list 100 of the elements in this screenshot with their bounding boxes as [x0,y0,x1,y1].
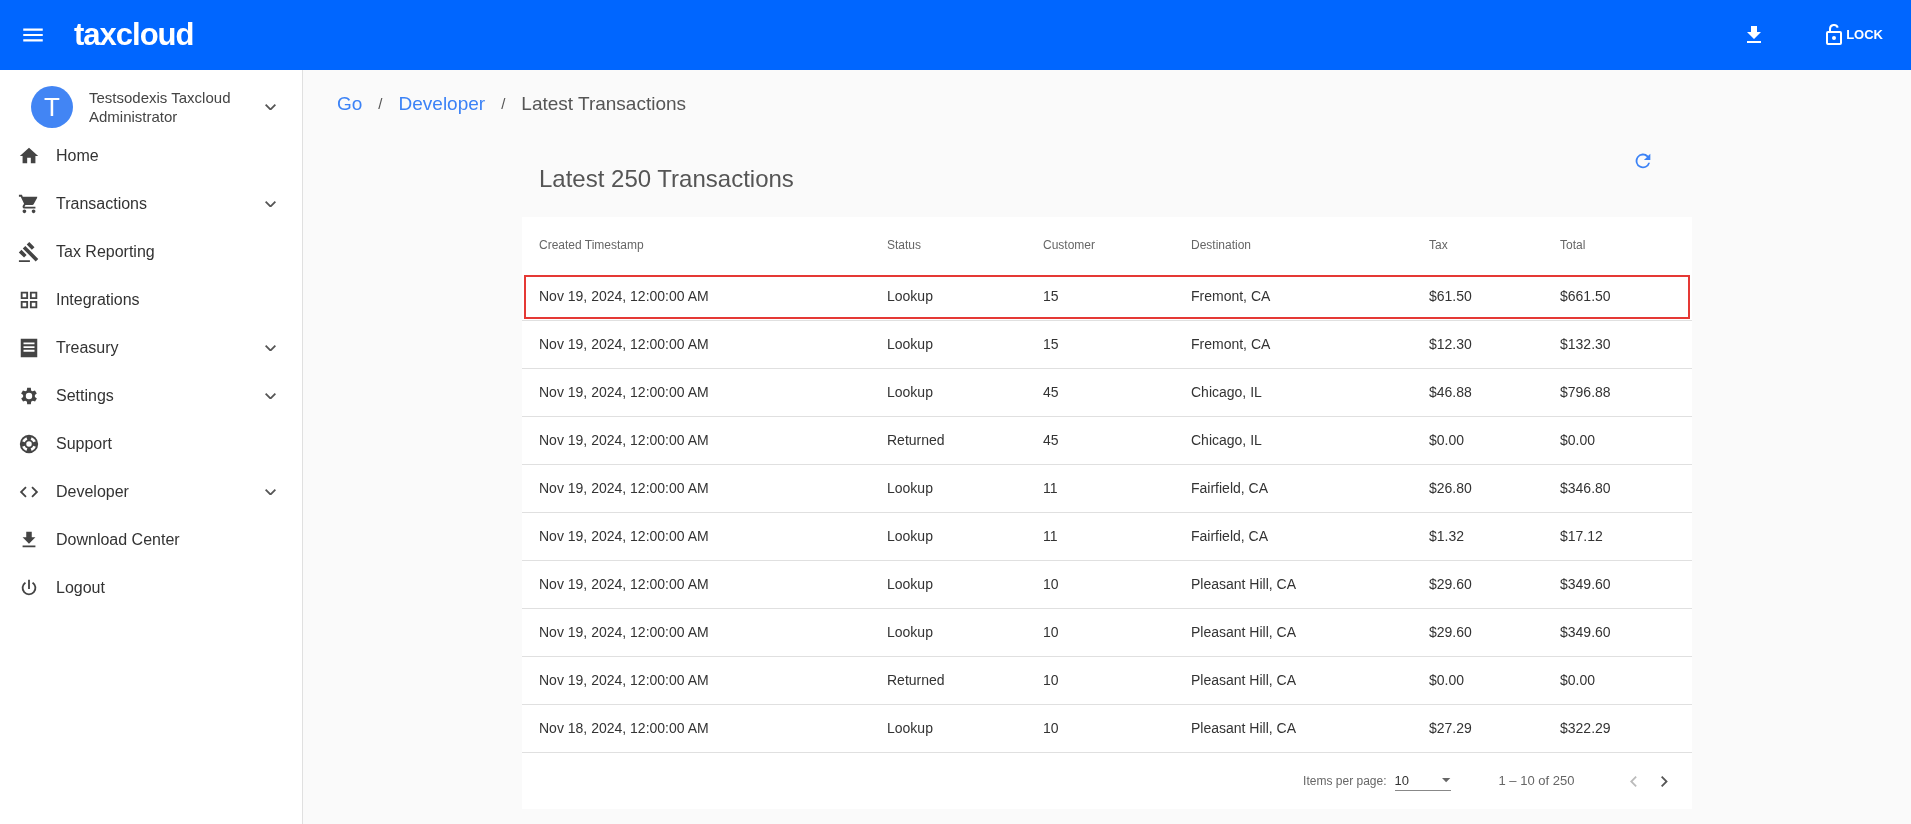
column-header: Destination [1174,216,1412,273]
breadcrumb-link[interactable]: Developer [398,90,486,119]
table-cell: 11 [1026,512,1174,561]
caret-icon [1442,778,1451,783]
table-cell: Chicago, IL [1174,368,1412,417]
sidebar-item[interactable]: Treasury [0,324,302,372]
table-cell: Pleasant Hill, CA [1174,608,1412,657]
table-cell: Lookup [870,320,1026,369]
items-per-page-label: Items per page: [1303,773,1387,790]
table-cell: Nov 18, 2024, 12:00:00 AM [522,704,870,753]
lifebuoy-icon [18,433,40,455]
table-cell: Nov 19, 2024, 12:00:00 AM [522,512,870,561]
table-cell: $349.60 [1543,608,1692,657]
table-cell: $12.30 [1412,320,1543,369]
sidebar-item[interactable]: Tax Reporting [0,228,302,276]
breadcrumb-separator: / [501,94,506,114]
sidebar-item[interactable]: Transactions [0,180,302,228]
table-cell: Returned [870,656,1026,705]
sidebar-item[interactable]: Download Center [0,516,302,564]
table-cell: $46.88 [1412,368,1543,417]
table-cell: 11 [1026,464,1174,513]
logo: taxcloud [74,15,194,54]
table-cell: $0.00 [1543,416,1692,465]
table-cell: Pleasant Hill, CA [1174,560,1412,609]
table-cell: Lookup [870,368,1026,417]
table-cell: Lookup [870,272,1026,321]
column-header: Total [1543,216,1692,273]
breadcrumb-current: Latest Transactions [521,92,687,116]
grid-icon [18,289,40,311]
table-cell: Pleasant Hill, CA [1174,656,1412,705]
table-cell: $1.32 [1412,512,1543,561]
table-cell: $661.50 [1543,272,1692,321]
table-cell: Lookup [870,512,1026,561]
table-cell: Nov 19, 2024, 12:00:00 AM [522,608,870,657]
sidebar-item[interactable]: Logout [0,564,302,612]
table-cell: Nov 19, 2024, 12:00:00 AM [522,560,870,609]
table-cell: 15 [1026,320,1174,369]
table-cell: 10 [1026,656,1174,705]
column-header: Status [870,216,1026,273]
receipt-icon [18,337,40,359]
table-cell: $0.00 [1412,656,1543,705]
table-cell: $132.30 [1543,320,1692,369]
table-cell: Nov 19, 2024, 12:00:00 AM [522,656,870,705]
cart-icon [18,193,40,215]
table-cell: Returned [870,416,1026,465]
table-cell: 45 [1026,368,1174,417]
page-range: 1 – 10 of 250 [1498,772,1575,791]
table-cell: Lookup [870,608,1026,657]
chevron-icon [265,103,276,111]
chevron-right-icon [1661,776,1668,788]
breadcrumb-separator: / [378,94,383,114]
sidebar-item[interactable]: Support [0,420,302,468]
column-header: Tax [1412,216,1543,273]
column-header: Created Timestamp [522,216,870,273]
table-cell: Lookup [870,704,1026,753]
chevron-icon [265,344,276,352]
breadcrumb-link[interactable]: Go [337,90,363,119]
lock-button[interactable]: LOCK [1818,19,1887,51]
table-cell: 45 [1026,416,1174,465]
sidebar-item[interactable]: Developer [0,468,302,516]
page-size-select[interactable]: 10 [1394,770,1451,792]
chevron-icon [265,392,276,400]
chevron-icon [265,488,276,496]
sidebar-item[interactable]: Integrations [0,276,302,324]
table-cell: Nov 19, 2024, 12:00:00 AM [522,272,870,321]
table-cell: 10 [1026,704,1174,753]
table-cell: $26.80 [1412,464,1543,513]
table-cell: Nov 19, 2024, 12:00:00 AM [522,368,870,417]
panel-title: Latest 250 Transactions [539,163,794,194]
column-header: Customer [1026,216,1174,273]
table-cell: $0.00 [1412,416,1543,465]
table-cell: $61.50 [1412,272,1543,321]
table-cell: $796.88 [1543,368,1692,417]
table-cell: Fremont, CA [1174,320,1412,369]
table-cell: $0.00 [1543,656,1692,705]
table-cell: $346.80 [1543,464,1692,513]
table-cell: Nov 19, 2024, 12:00:00 AM [522,416,870,465]
gavel-icon [18,241,40,263]
table-cell: $29.60 [1412,560,1543,609]
table-cell: $27.29 [1412,704,1543,753]
table-cell: Lookup [870,464,1026,513]
table-cell: $29.60 [1412,608,1543,657]
table-cell: Lookup [870,560,1026,609]
user-menu-toggle[interactable] [265,103,276,111]
table-cell: Fairfield, CA [1174,512,1412,561]
table-cell: $17.12 [1543,512,1692,561]
avatar: T [31,86,73,128]
table-cell: 10 [1026,560,1174,609]
settings-icon [18,385,40,407]
chevron-left-icon [1630,776,1638,788]
chevron-icon [265,200,276,208]
table-cell: Nov 19, 2024, 12:00:00 AM [522,320,870,369]
user-name: Testsodexis Taxcloud Administrator [89,88,232,126]
sidebar-item[interactable]: Settings [0,372,302,420]
sidebar-item[interactable]: Home [0,132,302,180]
table-cell: 10 [1026,608,1174,657]
table-cell: Nov 19, 2024, 12:00:00 AM [522,464,870,513]
table-cell: Chicago, IL [1174,416,1412,465]
table-cell: Pleasant Hill, CA [1174,704,1412,753]
table-cell: Fremont, CA [1174,272,1412,321]
